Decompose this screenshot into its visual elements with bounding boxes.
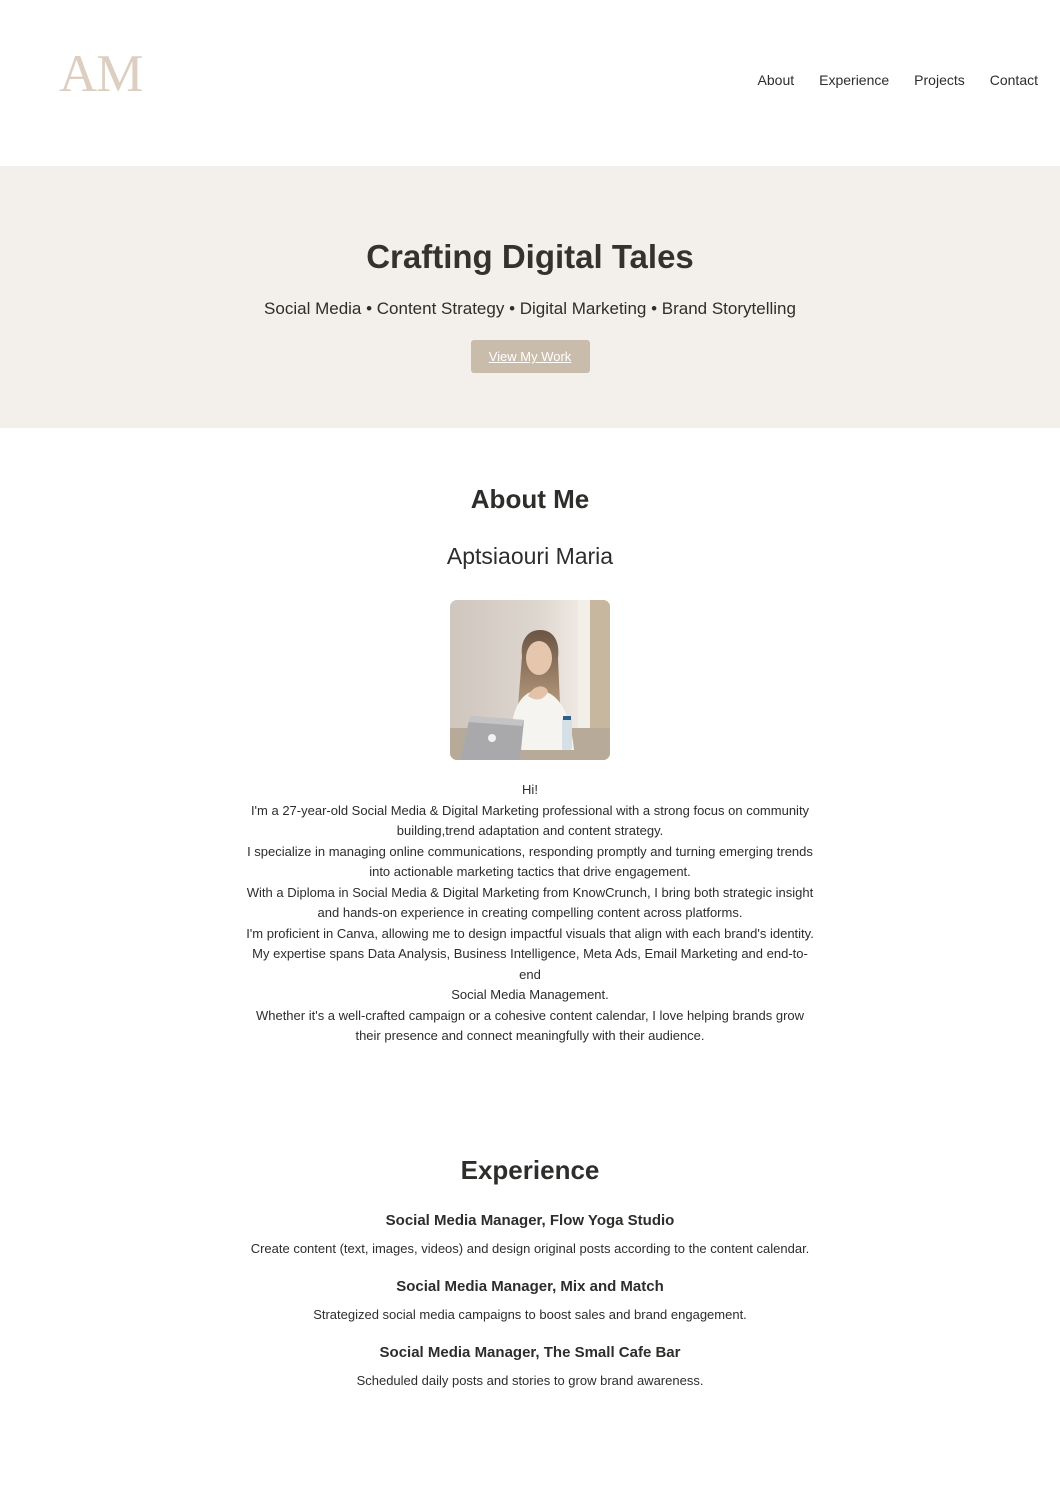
about-section: About Me Aptsiaouri Maria Hi! I'm a 27-y… [0, 428, 1060, 1047]
job-description: Create content (text, images, videos) an… [250, 1240, 810, 1256]
bio-line: I'm a 27-year-old Social Media & Digital… [250, 802, 810, 839]
job-description: Scheduled daily posts and stories to gro… [356, 1372, 704, 1388]
person-name: Aptsiaouri Maria [446, 543, 614, 569]
main-nav: About Experience Projects Contact [758, 72, 1038, 88]
nav-contact[interactable]: Contact [990, 72, 1038, 88]
hero-title: Crafting Digital Tales [366, 238, 694, 275]
bio-line: I specialize in managing online communic… [247, 843, 813, 880]
logo[interactable]: AM [59, 48, 143, 101]
portrait-photo [450, 600, 610, 760]
nav-experience[interactable]: Experience [819, 72, 889, 88]
job-description: Strategized social media campaigns to bo… [313, 1306, 747, 1322]
hero-tagline: Social Media • Content Strategy • Digita… [264, 299, 796, 318]
bio-line: I'm proficient in Canva, allowing me to … [246, 925, 814, 941]
bio-line: Hi! [522, 782, 538, 797]
bio-line: Whether it's a well-crafted campaign or … [255, 1007, 805, 1044]
bio-line: My expertise spans Data Analysis, Busine… [252, 946, 808, 982]
nav-about[interactable]: About [758, 72, 795, 88]
hero-section: Crafting Digital Tales Social Media • Co… [0, 166, 1060, 428]
bio-text: Hi! I'm a 27-year-old Social Media & Dig… [245, 780, 815, 1047]
bio-line: With a Diploma in Social Media & Digital… [246, 884, 814, 921]
experience-heading: Experience [460, 1154, 600, 1185]
job-title: Social Media Manager, Flow Yoga Studio [385, 1211, 675, 1229]
job-title: Social Media Manager, The Small Cafe Bar [379, 1343, 681, 1361]
about-heading: About Me [470, 484, 590, 514]
experience-section: Experience Social Media Manager, Flow Yo… [0, 1047, 1060, 1389]
bio-line: Social Media Management. [451, 987, 609, 1002]
job-title: Social Media Manager, Mix and Match [396, 1277, 664, 1295]
view-my-work-button[interactable]: View My Work [470, 340, 590, 373]
site-header: AM About Experience Projects Contact [0, 0, 1060, 166]
nav-projects[interactable]: Projects [914, 72, 965, 88]
